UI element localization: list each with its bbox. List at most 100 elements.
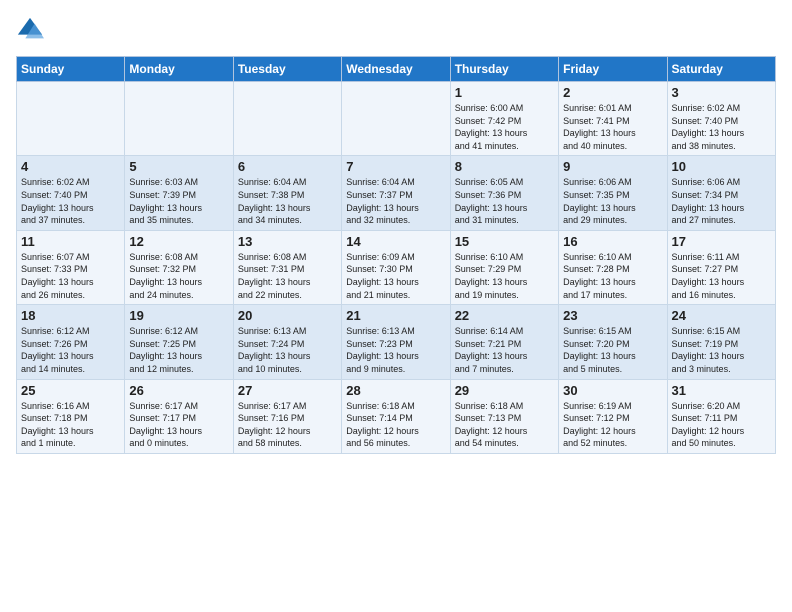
calendar-cell: 1 Sunrise: 6:00 AM Sunset: 7:42 PM Daylig… [450,82,558,156]
calendar-week-row: 18Sunrise: 6:12 AM Sunset: 7:26 PM Dayli… [17,305,776,379]
day-number: 5 [129,159,228,174]
calendar-cell: 6 Sunrise: 6:04 AM Sunset: 7:38 PM Daylig… [233,156,341,230]
day-info: Sunrise: 6:19 AM Sunset: 7:12 PM Dayligh… [563,400,662,450]
calendar-cell: 27 Sunrise: 6:17 AM Sunset: 7:16 PM Dayli… [233,379,341,453]
calendar-cell: 5 Sunrise: 6:03 AM Sunset: 7:39 PM Daylig… [125,156,233,230]
day-header-tuesday: Tuesday [233,57,341,82]
calendar-header-row: SundayMondayTuesdayWednesdayThursdayFrid… [17,57,776,82]
calendar-cell: 19 Sunrise: 6:12 AM Sunset: 7:25 PM Dayli… [125,305,233,379]
calendar-cell: 18Sunrise: 6:12 AM Sunset: 7:26 PM Dayli… [17,305,125,379]
day-info: Sunrise: 6:15 AM Sunset: 7:20 PM Dayligh… [563,325,662,375]
day-number: 12 [129,234,228,249]
day-header-monday: Monday [125,57,233,82]
day-number: 22 [455,308,554,323]
calendar-cell: 15Sunrise: 6:10 AM Sunset: 7:29 PM Dayli… [450,230,558,304]
day-info: Sunrise: 6:05 AM Sunset: 7:36 PM Dayligh… [455,176,554,226]
calendar-cell: 20 Sunrise: 6:13 AM Sunset: 7:24 PM Dayli… [233,305,341,379]
calendar-cell: 7 Sunrise: 6:04 AM Sunset: 7:37 PM Daylig… [342,156,450,230]
calendar-cell: 31 Sunrise: 6:20 AM Sunset: 7:11 PM Dayli… [667,379,775,453]
day-number: 4 [21,159,120,174]
day-header-saturday: Saturday [667,57,775,82]
day-info: Sunrise: 6:02 AM Sunset: 7:40 PM Dayligh… [21,176,120,226]
day-header-thursday: Thursday [450,57,558,82]
day-info: Sunrise: 6:16 AM Sunset: 7:18 PM Dayligh… [21,400,120,450]
day-number: 6 [238,159,337,174]
day-info: Sunrise: 6:12 AM Sunset: 7:26 PM Dayligh… [21,325,120,375]
calendar-cell: 28Sunrise: 6:18 AM Sunset: 7:14 PM Dayli… [342,379,450,453]
day-number: 24 [672,308,771,323]
calendar-cell: 21 Sunrise: 6:13 AM Sunset: 7:23 PM Dayli… [342,305,450,379]
day-number: 19 [129,308,228,323]
day-number: 29 [455,383,554,398]
calendar-cell: 17 Sunrise: 6:11 AM Sunset: 7:27 PM Dayli… [667,230,775,304]
day-number: 28 [346,383,445,398]
day-info: Sunrise: 6:12 AM Sunset: 7:25 PM Dayligh… [129,325,228,375]
calendar-cell: 13Sunrise: 6:08 AM Sunset: 7:31 PM Dayli… [233,230,341,304]
page-header [16,16,776,44]
day-info: Sunrise: 6:14 AM Sunset: 7:21 PM Dayligh… [455,325,554,375]
day-info: Sunrise: 6:01 AM Sunset: 7:41 PM Dayligh… [563,102,662,152]
day-number: 1 [455,85,554,100]
calendar-cell: 16 Sunrise: 6:10 AM Sunset: 7:28 PM Dayli… [559,230,667,304]
day-info: Sunrise: 6:17 AM Sunset: 7:17 PM Dayligh… [129,400,228,450]
day-info: Sunrise: 6:04 AM Sunset: 7:37 PM Dayligh… [346,176,445,226]
calendar-cell: 12 Sunrise: 6:08 AM Sunset: 7:32 PM Dayli… [125,230,233,304]
calendar-cell: 22 Sunrise: 6:14 AM Sunset: 7:21 PM Dayli… [450,305,558,379]
calendar-week-row: 25 Sunrise: 6:16 AM Sunset: 7:18 PM Dayli… [17,379,776,453]
logo-icon [16,16,44,44]
day-number: 8 [455,159,554,174]
day-number: 15 [455,234,554,249]
calendar-cell: 10 Sunrise: 6:06 AM Sunset: 7:34 PM Dayli… [667,156,775,230]
day-number: 2 [563,85,662,100]
day-info: Sunrise: 6:03 AM Sunset: 7:39 PM Dayligh… [129,176,228,226]
calendar-cell: 30Sunrise: 6:19 AM Sunset: 7:12 PM Dayli… [559,379,667,453]
day-info: Sunrise: 6:09 AM Sunset: 7:30 PM Dayligh… [346,251,445,301]
day-info: Sunrise: 6:13 AM Sunset: 7:23 PM Dayligh… [346,325,445,375]
calendar-cell: 26Sunrise: 6:17 AM Sunset: 7:17 PM Dayli… [125,379,233,453]
day-number: 17 [672,234,771,249]
day-number: 25 [21,383,120,398]
calendar-cell: 14 Sunrise: 6:09 AM Sunset: 7:30 PM Dayli… [342,230,450,304]
day-number: 7 [346,159,445,174]
calendar-cell [17,82,125,156]
day-number: 11 [21,234,120,249]
calendar-cell: 4 Sunrise: 6:02 AM Sunset: 7:40 PM Daylig… [17,156,125,230]
day-info: Sunrise: 6:04 AM Sunset: 7:38 PM Dayligh… [238,176,337,226]
day-info: Sunrise: 6:07 AM Sunset: 7:33 PM Dayligh… [21,251,120,301]
day-header-friday: Friday [559,57,667,82]
day-number: 3 [672,85,771,100]
day-info: Sunrise: 6:11 AM Sunset: 7:27 PM Dayligh… [672,251,771,301]
calendar-week-row: 4 Sunrise: 6:02 AM Sunset: 7:40 PM Daylig… [17,156,776,230]
calendar-week-row: 1 Sunrise: 6:00 AM Sunset: 7:42 PM Daylig… [17,82,776,156]
day-info: Sunrise: 6:08 AM Sunset: 7:32 PM Dayligh… [129,251,228,301]
calendar-cell: 2 Sunrise: 6:01 AM Sunset: 7:41 PM Daylig… [559,82,667,156]
calendar-cell: 24 Sunrise: 6:15 AM Sunset: 7:19 PM Dayli… [667,305,775,379]
day-info: Sunrise: 6:08 AM Sunset: 7:31 PM Dayligh… [238,251,337,301]
day-info: Sunrise: 6:17 AM Sunset: 7:16 PM Dayligh… [238,400,337,450]
day-number: 14 [346,234,445,249]
calendar-cell: 8 Sunrise: 6:05 AM Sunset: 7:36 PM Daylig… [450,156,558,230]
day-number: 16 [563,234,662,249]
calendar-table: SundayMondayTuesdayWednesdayThursdayFrid… [16,56,776,454]
calendar-cell: 25 Sunrise: 6:16 AM Sunset: 7:18 PM Dayli… [17,379,125,453]
day-info: Sunrise: 6:10 AM Sunset: 7:28 PM Dayligh… [563,251,662,301]
day-info: Sunrise: 6:15 AM Sunset: 7:19 PM Dayligh… [672,325,771,375]
day-header-sunday: Sunday [17,57,125,82]
calendar-cell [233,82,341,156]
day-number: 27 [238,383,337,398]
day-info: Sunrise: 6:06 AM Sunset: 7:34 PM Dayligh… [672,176,771,226]
day-number: 9 [563,159,662,174]
calendar-cell [125,82,233,156]
day-number: 10 [672,159,771,174]
day-info: Sunrise: 6:06 AM Sunset: 7:35 PM Dayligh… [563,176,662,226]
day-info: Sunrise: 6:00 AM Sunset: 7:42 PM Dayligh… [455,102,554,152]
day-info: Sunrise: 6:18 AM Sunset: 7:13 PM Dayligh… [455,400,554,450]
day-info: Sunrise: 6:13 AM Sunset: 7:24 PM Dayligh… [238,325,337,375]
logo [16,16,48,44]
calendar-cell: 3Sunrise: 6:02 AM Sunset: 7:40 PM Daylig… [667,82,775,156]
calendar-cell: 23Sunrise: 6:15 AM Sunset: 7:20 PM Dayli… [559,305,667,379]
day-number: 21 [346,308,445,323]
day-info: Sunrise: 6:20 AM Sunset: 7:11 PM Dayligh… [672,400,771,450]
day-number: 31 [672,383,771,398]
day-number: 20 [238,308,337,323]
